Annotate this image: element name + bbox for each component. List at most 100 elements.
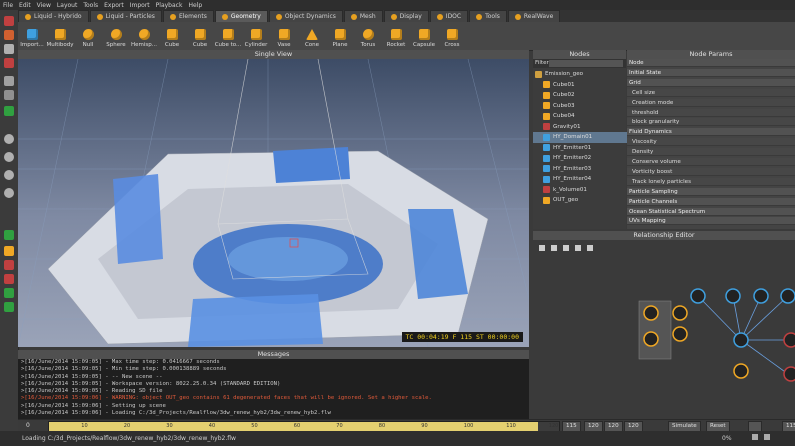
param-row[interactable]: Cell size (627, 88, 795, 97)
tab-geometry[interactable]: Geometry (214, 10, 268, 22)
menu-tools[interactable]: Tools (80, 2, 101, 9)
zoom-tool-icon[interactable] (4, 106, 14, 116)
param-row[interactable]: Density (627, 148, 795, 157)
menu-file[interactable]: File (0, 2, 16, 9)
param-row[interactable]: Viscosity (627, 138, 795, 147)
viewport-title: Single View (18, 50, 529, 59)
shelf-multibody-button[interactable]: Multibody (46, 22, 74, 50)
node-item[interactable]: HY_Emitter04 (533, 174, 636, 185)
export-tool-icon[interactable] (4, 288, 14, 298)
menu-view[interactable]: View (34, 2, 54, 9)
menu-edit[interactable]: Edit (16, 2, 34, 9)
view-side-icon[interactable] (4, 152, 14, 162)
view-front-icon[interactable] (4, 134, 14, 144)
tab-liquid-particles[interactable]: Liquid - Particles (89, 10, 162, 22)
tab-icon (275, 13, 282, 20)
3d-viewport[interactable]: TC 00:04:19 F 115 ST 00:00:00 (18, 59, 529, 347)
exclusive-link-icon[interactable] (563, 245, 569, 251)
shelf-capsule-button[interactable]: Capsule (410, 22, 438, 50)
unlink-icon[interactable] (551, 245, 557, 251)
move-tool-icon[interactable] (4, 30, 14, 40)
param-row[interactable]: block granularity (627, 118, 795, 127)
node-item[interactable]: OUT_geo (533, 195, 636, 206)
nodes-filter[interactable]: Filter (533, 59, 626, 68)
select-tool-icon[interactable] (4, 16, 14, 26)
tab-liquid-hybrido[interactable]: Liquid - Hybrido (18, 10, 89, 22)
rotate-tool-icon[interactable] (4, 44, 14, 54)
param-row[interactable]: Creation mode (627, 98, 795, 107)
param-row[interactable]: Vorticity boost (627, 167, 795, 176)
shelf-cross-button[interactable]: Cross (438, 22, 466, 50)
node-item[interactable]: HY_Emitter02 (533, 153, 636, 164)
tab-label: Object Dynamics (284, 13, 336, 20)
node-item[interactable]: HY_Domain01 (533, 132, 636, 143)
link-icon[interactable] (539, 245, 545, 251)
script-tool-icon[interactable] (4, 274, 14, 284)
tab-tools[interactable]: Tools (469, 10, 507, 22)
shelf-rocket-button[interactable]: Rocket (382, 22, 410, 50)
param-row[interactable]: UVs Mapping (627, 217, 795, 226)
menu-import[interactable]: Import (127, 2, 153, 9)
menu-export[interactable]: Export (101, 2, 127, 9)
shelf-vase-button[interactable]: Vase (270, 22, 298, 50)
paint-tool-icon[interactable] (4, 260, 14, 270)
view-top-icon[interactable] (4, 170, 14, 180)
node-item[interactable]: Cube03 (533, 101, 636, 112)
param-row[interactable]: Track lonely particles (627, 177, 795, 186)
scale-tool-icon[interactable] (4, 58, 14, 68)
import-tool-icon[interactable] (4, 302, 14, 312)
shelf-cube-button[interactable]: Cube (186, 22, 214, 50)
shaded-mode-icon[interactable] (4, 246, 14, 256)
pan-tool-icon[interactable] (4, 90, 14, 100)
view-persp-icon[interactable] (4, 188, 14, 198)
shelf-cube-button[interactable]: Cube (158, 22, 186, 50)
node-item[interactable]: k_Volume01 (533, 185, 636, 196)
param-row[interactable]: Conserve volume (627, 158, 795, 166)
param-row[interactable]: Initial State (627, 68, 795, 77)
param-row[interactable]: Node (627, 59, 795, 67)
filter-input[interactable] (549, 60, 623, 67)
menu-playback[interactable]: Playback (153, 2, 186, 9)
node-item[interactable]: Cube02 (533, 90, 636, 101)
node-item[interactable]: HY_Emitter03 (533, 164, 636, 175)
tab-object-dynamics[interactable]: Object Dynamics (268, 10, 343, 22)
node-item[interactable]: Emission_geo (533, 69, 628, 80)
node-item[interactable]: HY_Emitter01 (533, 143, 636, 154)
camera-tool-icon[interactable] (4, 76, 14, 86)
relationship-graph[interactable] (533, 254, 795, 416)
tab-elements[interactable]: Elements (162, 10, 214, 22)
param-row[interactable]: Ocean Statistical Spectrum (627, 207, 795, 216)
menu-layout[interactable]: Layout (54, 2, 80, 9)
param-row[interactable]: Particle Channels (627, 197, 795, 206)
node-label: HY_Emitter02 (553, 155, 592, 162)
shelf-cube-to--button[interactable]: Cube to... (214, 22, 242, 50)
param-row[interactable]: Particle Sampling (627, 187, 795, 196)
group-icon[interactable] (575, 245, 581, 251)
param-row[interactable]: threshold (627, 108, 795, 117)
shelf-plane-button[interactable]: Plane (326, 22, 354, 50)
shelf-import--button[interactable]: Import... (18, 22, 46, 50)
param-row[interactable]: Grid (627, 78, 795, 87)
wire-mode-icon[interactable] (4, 230, 14, 240)
shelf-sphere-button[interactable]: Sphere (102, 22, 130, 50)
shelf-torus-button[interactable]: Torus (354, 22, 382, 50)
fit-icon[interactable] (587, 245, 593, 251)
node-item[interactable]: Gravity01 (533, 122, 636, 133)
tab-mesh[interactable]: Mesh (343, 10, 383, 22)
node-item[interactable]: Cube01 (533, 80, 636, 91)
message-line: >[16/June/2014 15:09:05] - -- New scene … (21, 373, 163, 380)
tab-display[interactable]: Display (383, 10, 429, 22)
shelf-null-button[interactable]: Null (74, 22, 102, 50)
tab-realwave[interactable]: RealWave (507, 10, 561, 22)
node-label: Cube01 (553, 81, 575, 88)
node-item[interactable]: Cube04 (533, 111, 636, 122)
message-line: >[16/June/2014 15:09:06] - Setting up sc… (21, 402, 166, 409)
shelf-cylinder-button[interactable]: Cylinder (242, 22, 270, 50)
tab-idoc[interactable]: IDOC (429, 10, 469, 22)
shelf-hemisp--button[interactable]: Hemisp... (130, 22, 158, 50)
shelf-cone-button[interactable]: Cone (298, 22, 326, 50)
menu-help[interactable]: Help (185, 2, 205, 9)
stop-icon[interactable] (752, 434, 758, 440)
step-icon[interactable] (764, 434, 770, 440)
param-row[interactable]: Fluid Dynamics (627, 128, 795, 137)
